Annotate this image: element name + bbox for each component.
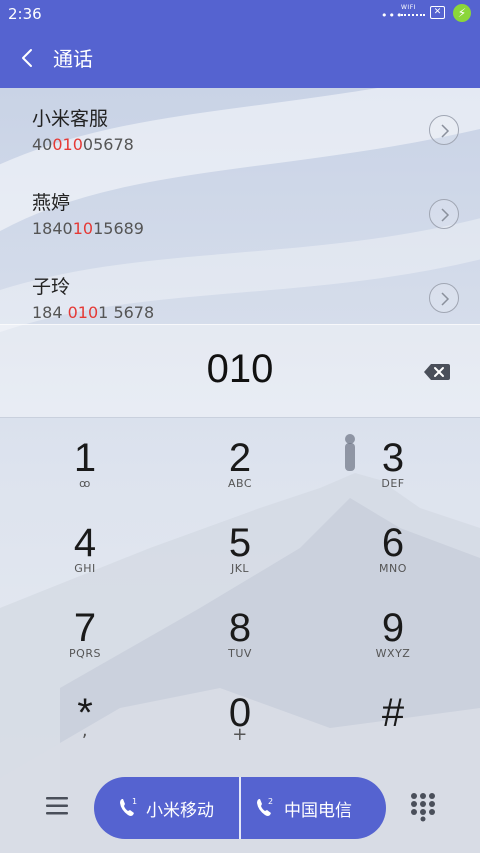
number-prefix: 40 bbox=[32, 135, 53, 154]
status-bar: 2:36 ••• WIFI ✕ ⚡ bbox=[0, 0, 480, 28]
key-hash[interactable]: # bbox=[333, 673, 453, 758]
key-digit: 6 bbox=[381, 521, 405, 565]
sim2-label: 中国电信 bbox=[284, 801, 352, 821]
key-letters: TUV bbox=[228, 647, 252, 660]
number-match: 10 bbox=[72, 219, 94, 238]
key-7[interactable]: 7 PQRS bbox=[25, 588, 145, 673]
contact-row[interactable]: 燕婷 18401015689 bbox=[0, 172, 480, 256]
key-digit: 7 bbox=[73, 606, 97, 650]
number-prefix: 1840 bbox=[32, 219, 73, 238]
wifi-icon: WIFI bbox=[401, 4, 425, 20]
status-time: 2:36 bbox=[8, 5, 42, 23]
number-suffix: 1 5678 bbox=[98, 303, 155, 322]
key-digit: 1 bbox=[73, 436, 97, 480]
key-digit: # bbox=[381, 691, 405, 735]
key-digit: 5 bbox=[228, 521, 252, 565]
contact-detail-button[interactable] bbox=[429, 283, 459, 313]
key-digit: 2 bbox=[228, 436, 252, 480]
charging-icon: ⚡ bbox=[453, 4, 471, 22]
call-sim2-button[interactable]: 2 中国电信 bbox=[241, 777, 386, 839]
page-title: 通话 bbox=[53, 47, 93, 71]
dial-keypad: 1 ꝏ 2 ABC 3 DEF 4 GHI 5 JKL 6 MNO 7 PQRS… bbox=[0, 418, 480, 758]
contact-detail-button[interactable] bbox=[429, 115, 459, 145]
number-suffix: 05678 bbox=[82, 135, 134, 154]
key-digit: 8 bbox=[228, 606, 252, 650]
key-letters: PQRS bbox=[69, 647, 101, 660]
key-1[interactable]: 1 ꝏ bbox=[25, 418, 145, 503]
key-digit: 4 bbox=[73, 521, 97, 565]
key-letters: JKL bbox=[230, 562, 250, 575]
key-0[interactable]: 0 + bbox=[180, 673, 300, 758]
dialed-number: 010 bbox=[206, 347, 274, 391]
call-button-group: 1 小米移动 2 中国电信 bbox=[94, 777, 386, 839]
app-header: 通话 bbox=[0, 28, 480, 88]
contact-number: 18401015689 bbox=[32, 219, 144, 238]
key-9[interactable]: 9 WXYZ bbox=[333, 588, 453, 673]
number-match: 010 bbox=[52, 135, 83, 154]
key-5[interactable]: 5 JKL bbox=[180, 503, 300, 588]
contact-name: 子玲 bbox=[32, 276, 71, 298]
chevron-right-icon bbox=[441, 292, 450, 306]
key-3[interactable]: 3 DEF bbox=[333, 418, 453, 503]
key-digit: 9 bbox=[381, 606, 405, 650]
chevron-right-icon bbox=[441, 124, 450, 138]
key-2[interactable]: 2 ABC bbox=[180, 418, 300, 503]
number-suffix: 15689 bbox=[93, 219, 144, 238]
key-letters: DEF bbox=[381, 477, 405, 490]
bottom-action-bar: 1 小米移动 2 中国电信 bbox=[0, 762, 480, 853]
contact-number: 4001005678 bbox=[32, 135, 134, 154]
key-6[interactable]: 6 MNO bbox=[333, 503, 453, 588]
contact-row[interactable]: 小米客服 4001005678 bbox=[0, 88, 480, 172]
key-letters: + bbox=[232, 724, 248, 745]
menu-icon[interactable] bbox=[44, 794, 72, 818]
key-letters: MNO bbox=[379, 562, 407, 575]
key-letters: ABC bbox=[227, 477, 253, 490]
dialpad-icon[interactable] bbox=[409, 792, 437, 822]
key-4[interactable]: 4 GHI bbox=[25, 503, 145, 588]
close-box-icon: ✕ bbox=[430, 6, 445, 19]
key-letters: GHI bbox=[74, 562, 96, 575]
key-8[interactable]: 8 TUV bbox=[180, 588, 300, 673]
sim1-label: 小米移动 bbox=[146, 801, 214, 821]
key-star[interactable]: * , bbox=[25, 673, 145, 758]
contact-number: 184 0101 5678 bbox=[32, 303, 154, 322]
contact-detail-button[interactable] bbox=[429, 199, 459, 229]
key-digit: 3 bbox=[381, 436, 405, 480]
svg-text:2: 2 bbox=[268, 797, 273, 806]
key-letters: , bbox=[81, 720, 89, 741]
dial-display: 010 bbox=[0, 324, 480, 418]
contact-name: 小米客服 bbox=[32, 108, 109, 130]
wifi-label: WIFI bbox=[401, 4, 416, 11]
call-sim1-button[interactable]: 1 小米移动 bbox=[94, 777, 239, 839]
voicemail-icon: ꝏ bbox=[79, 477, 91, 490]
phone-sim2-icon: 2 bbox=[257, 797, 273, 816]
number-prefix: 184 bbox=[32, 303, 68, 322]
contact-match-list: 小米客服 4001005678 燕婷 18401015689 子玲 184 01… bbox=[0, 88, 480, 324]
backspace-icon[interactable] bbox=[423, 362, 451, 382]
phone-sim1-icon: 1 bbox=[120, 797, 137, 816]
key-letters: WXYZ bbox=[375, 647, 411, 660]
number-match: 010 bbox=[67, 303, 99, 322]
contact-name: 燕婷 bbox=[32, 192, 71, 214]
chevron-left-icon[interactable] bbox=[14, 44, 42, 72]
svg-text:1: 1 bbox=[132, 797, 137, 806]
chevron-right-icon bbox=[441, 208, 450, 222]
